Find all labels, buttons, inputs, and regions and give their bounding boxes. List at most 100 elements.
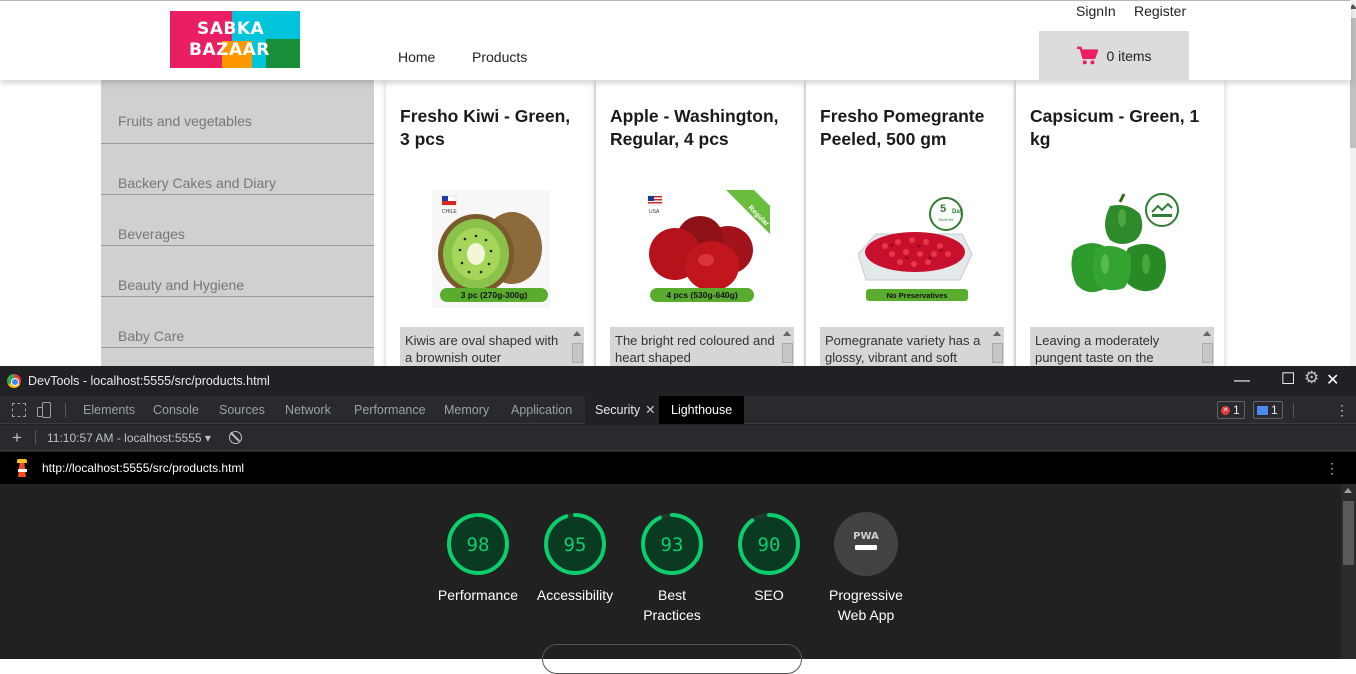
window-title: DevTools - localhost:5555/src/products.h… — [28, 374, 270, 388]
sabka-bazaar-logo[interactable]: SABKA BAZAAR — [170, 11, 300, 68]
product-title: Fresho Pomegrante Peeled, 500 gm — [820, 106, 985, 149]
category-bakery[interactable]: Backery Cakes and Diary — [101, 144, 374, 195]
report-url[interactable]: http://localhost:5555/src/products.html — [42, 461, 244, 475]
tab-application[interactable]: Application — [511, 396, 572, 424]
gauge-label-line1: Accessibility — [536, 587, 614, 603]
lighthouse-toolbar: + 11:10:57 AM - localhost:5555 ▾ — [0, 425, 1356, 451]
report-selector[interactable]: 11:10:57 AM - localhost:5555 ▾ — [47, 431, 211, 445]
new-report-plus-icon[interactable]: + — [12, 428, 22, 448]
description-scrollbar[interactable] — [571, 329, 583, 366]
gauge-label: Accessibility — [530, 585, 620, 605]
product-description[interactable]: Leaving a moderately pungent taste on th… — [1030, 327, 1214, 366]
device-toolbar-icon[interactable] — [37, 402, 51, 418]
score-gauge-best-practices[interactable]: 93 Best Practices — [627, 511, 717, 625]
badge-day: Day — [952, 209, 964, 215]
devtools-tabbar: Elements Console Sources Network Perform… — [0, 396, 1356, 424]
nav-products[interactable]: Products — [472, 49, 527, 65]
pwa-badge-text: PWA — [853, 531, 879, 542]
product-description[interactable]: Kiwis are oval shaped with a brownish ou… — [400, 327, 584, 366]
category-beverages[interactable]: Beverages — [101, 195, 374, 246]
tab-security-label: Security — [595, 403, 641, 417]
gauge-ring: 95 — [544, 513, 606, 575]
close-tab-icon[interactable]: ✕ — [645, 403, 655, 417]
flag-label: USA — [649, 209, 660, 215]
description-scrollbar[interactable] — [1201, 329, 1213, 366]
description-text: Leaving a moderately pungent taste on th… — [1035, 333, 1160, 365]
tab-network[interactable]: Network — [285, 396, 331, 424]
score-gauge-pwa[interactable]: PWA Progressive Web App — [821, 511, 911, 625]
tab-console[interactable]: Console — [153, 396, 199, 424]
pack-label: 3 pc (270g-300g) — [461, 290, 528, 300]
score-gauge-seo[interactable]: 90 SEO — [724, 511, 814, 605]
gauge-score: 98 — [467, 534, 490, 556]
minimize-button[interactable]: — — [1234, 372, 1250, 390]
lighthouse-icon — [15, 459, 29, 477]
pomegranate-image: 5 Day Shelf life No Preservatives — [840, 190, 980, 308]
maximize-button[interactable]: ☐ — [1281, 371, 1295, 389]
devtools-menu-icon[interactable]: ⋮ — [1335, 403, 1349, 417]
tab-elements[interactable]: Elements — [83, 396, 135, 424]
gauge-label: SEO — [724, 585, 814, 605]
register-link[interactable]: Register — [1134, 3, 1186, 19]
nav-home[interactable]: Home — [398, 49, 435, 65]
score-gauge-accessibility[interactable]: 95 Accessibility — [530, 511, 620, 605]
product-description[interactable]: Pomegranate variety has a glossy, vibran… — [820, 327, 1004, 366]
signin-link[interactable]: SignIn — [1076, 3, 1116, 19]
description-text: Kiwis are oval shaped with a brownish ou… — [405, 333, 559, 365]
description-scrollbar[interactable] — [781, 329, 793, 366]
badge-number: 5 — [940, 203, 946, 215]
inspect-element-icon[interactable] — [12, 403, 26, 417]
logo-line2: BAZAAR — [189, 40, 270, 60]
settings-gear-icon[interactable]: ⚙ — [1304, 368, 1319, 388]
tab-security[interactable]: Security ✕ — [585, 396, 662, 424]
error-count: 1 — [1233, 403, 1240, 417]
product-title: Apple - Washington, Regular, 4 pcs — [610, 106, 779, 149]
category-sidebar: Fruits and vegetables Backery Cakes and … — [101, 80, 374, 366]
product-title: Fresho Kiwi - Green, 3 pcs — [400, 106, 571, 149]
gauge-score: 95 — [564, 534, 587, 556]
product-description[interactable]: The bright red coloured and heart shaped — [610, 327, 794, 366]
description-text: Pomegranate variety has a glossy, vibran… — [825, 333, 981, 365]
gauge-label-line1: SEO — [754, 587, 784, 603]
cart-icon — [1077, 46, 1099, 65]
clear-reports-icon[interactable] — [229, 431, 242, 444]
product-card: Capsicum - Green, 1 kg Leaving a moderat… — [1016, 80, 1224, 366]
message-count: 1 — [1271, 403, 1278, 417]
lighthouse-report: 98 Performance 95 Accessibility 93 Best Practi… — [0, 484, 1341, 674]
devtools-titlebar: DevTools - localhost:5555/src/products.h… — [0, 366, 1356, 396]
error-counter[interactable]: ✕ 1 — [1217, 401, 1245, 419]
description-text: The bright red coloured and heart shaped — [615, 333, 775, 365]
category-baby-care[interactable]: Baby Care — [101, 297, 374, 348]
tab-sources[interactable]: Sources — [219, 396, 265, 424]
capsicum-image — [1050, 190, 1190, 308]
category-beauty-hygiene[interactable]: Beauty and Hygiene — [101, 246, 374, 297]
report-menu-icon[interactable]: ⋮ — [1325, 461, 1339, 475]
product-title: Capsicum - Green, 1 kg — [1030, 106, 1200, 149]
apple-image: Regular USA 4 pcs (530g-640g) — [630, 190, 770, 308]
report-pill — [542, 644, 802, 674]
score-gauge-performance[interactable]: 98 Performance — [433, 511, 523, 605]
flag-label: CHILE — [442, 209, 457, 215]
gauge-ring: PWA — [834, 512, 898, 576]
message-counter[interactable]: 1 — [1253, 401, 1283, 419]
cart-button[interactable]: 0 items — [1039, 31, 1189, 81]
product-card: Apple - Washington, Regular, 4 pcs Regul… — [596, 80, 804, 366]
close-window-button[interactable]: ✕ — [1326, 372, 1339, 390]
badge-text: Shelf life — [938, 217, 954, 222]
report-scrollbar[interactable] — [1341, 484, 1356, 659]
gauge-score: 90 — [758, 534, 781, 556]
description-scrollbar[interactable] — [991, 329, 1003, 366]
gauge-label-line1: Best — [657, 587, 686, 603]
shop-page: SABKA BAZAAR Home Products SignIn Regist… — [0, 0, 1356, 366]
devtools-window: DevTools - localhost:5555/src/products.h… — [0, 366, 1356, 674]
category-fruits-and-vegetables[interactable]: Fruits and vegetables — [101, 80, 374, 144]
kiwi-image: CHILE 3 pc (270g-300g) — [432, 190, 550, 308]
tab-lighthouse[interactable]: Lighthouse — [659, 396, 745, 424]
gauge-label: Best Practices — [627, 585, 717, 625]
gauge-label-line2: Web App — [837, 607, 895, 623]
tab-performance[interactable]: Performance — [354, 396, 426, 424]
message-icon — [1257, 405, 1268, 415]
gauge-ring: 90 — [738, 513, 800, 575]
cart-count: 0 items — [1106, 48, 1152, 64]
tab-memory[interactable]: Memory — [444, 396, 489, 424]
